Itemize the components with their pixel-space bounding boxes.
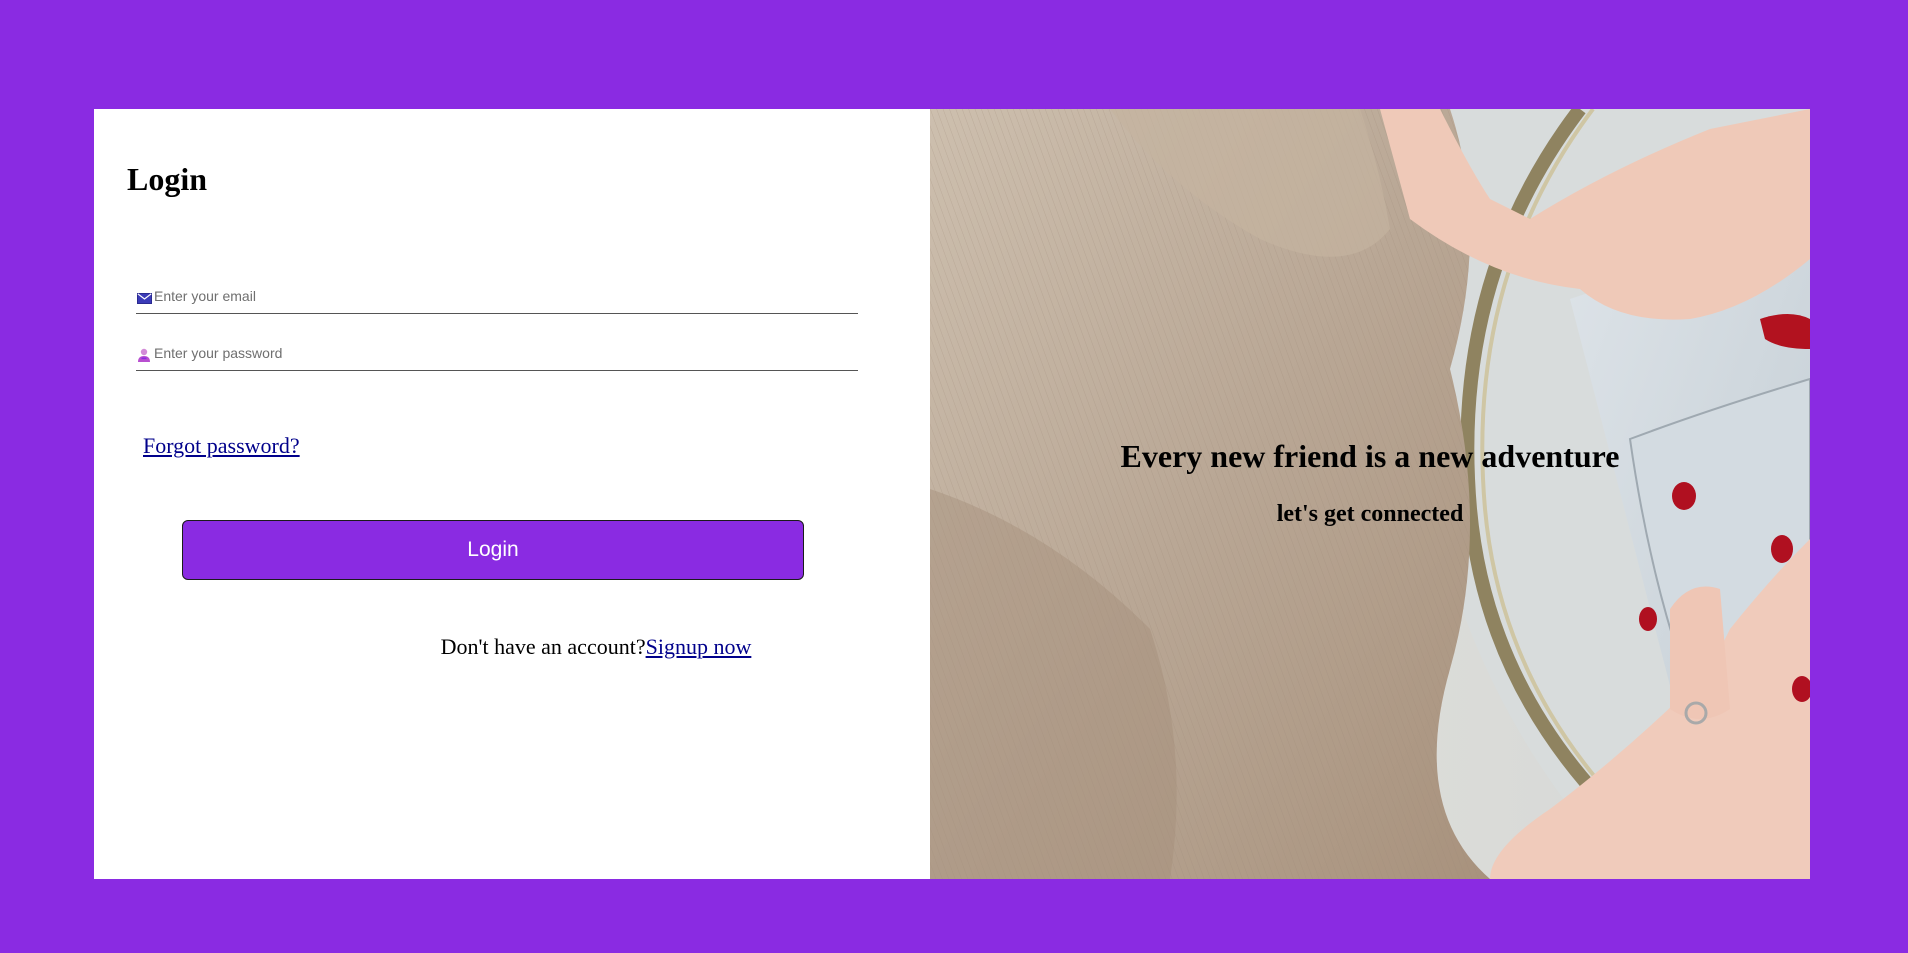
password-input[interactable] <box>154 336 844 370</box>
no-account-text: Don't have an account? <box>440 634 646 659</box>
signup-prompt: Don't have an account?Signup now <box>94 634 930 660</box>
hero-photo <box>930 109 1810 879</box>
hero-panel: Every new friend is a new adventure let'… <box>930 109 1810 879</box>
login-card: Login Forgot password? Login D <box>94 109 1810 879</box>
email-field <box>136 279 858 314</box>
user-icon <box>136 347 152 363</box>
login-form-panel: Login Forgot password? Login D <box>94 109 930 879</box>
login-button[interactable]: Login <box>182 520 804 580</box>
signup-link[interactable]: Signup now <box>646 634 752 659</box>
envelope-icon <box>136 290 152 306</box>
hero-subline: let's get connected <box>1276 501 1464 527</box>
forgot-password-link[interactable]: Forgot password? <box>143 433 300 459</box>
page-title: Login <box>127 161 208 197</box>
hero-headline: Every new friend is a new adventure <box>1120 438 1620 474</box>
email-input[interactable] <box>154 279 844 313</box>
password-field <box>136 336 858 371</box>
